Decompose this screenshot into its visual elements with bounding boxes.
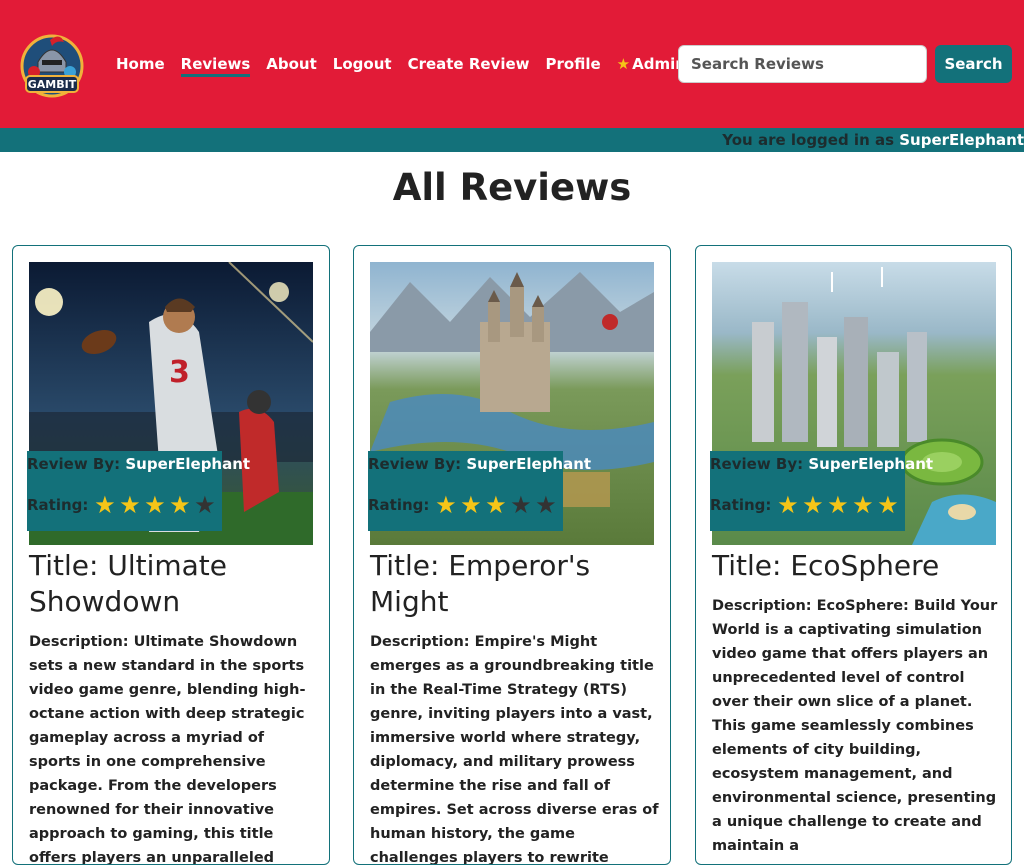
rating-label: Rating: [368,496,430,514]
nav-about-link[interactable]: About [266,54,317,77]
star-icon: ★ [460,491,482,519]
review-title[interactable]: Title: Emperor's Might [370,548,660,620]
top-navbar: GAMBIT Home Reviews About Logout Create … [0,0,1024,128]
rating-label: Rating: [710,496,772,514]
review-rating: Rating: ★ ★ ★ ★ ★ [710,493,900,517]
review-by: Review By: SuperElephant [368,455,591,473]
login-status-bar: You are logged in as SuperElephant [0,128,1024,152]
review-by-label: Review By: [710,455,804,473]
star-icon: ★ [827,491,849,519]
search-button[interactable]: Search [935,45,1012,83]
gamers-gambit-logo[interactable]: GAMBIT [20,32,84,104]
star-icon: ★ [94,491,116,519]
star-icon: ★ [119,491,141,519]
star-icon: ★ [802,491,824,519]
nav-profile-link[interactable]: Profile [546,54,601,77]
nav-admin-link[interactable]: ★ Admin [617,54,686,77]
star-icon: ★ [485,491,507,519]
review-by: Review By: SuperElephant [27,455,250,473]
logged-in-username: SuperElephant [899,131,1024,149]
star-icon: ★ [194,491,216,519]
review-meta-overlay: Review By: SuperElephant Rating: ★ ★ ★ ★ ★ [27,451,250,531]
star-icon: ★ [510,491,532,519]
star-icon: ★ [169,491,191,519]
review-card[interactable]: 3 Review By: SuperElephant Rating: ★ ★ ★ ★ ★… [12,245,330,865]
review-by-label: Review By: [368,455,462,473]
review-title[interactable]: Title: Ultimate Showdown [29,548,319,620]
review-meta-overlay: Review By: SuperElephant Rating: ★ ★ ★ ★ ★ [710,451,933,531]
login-status-prefix: You are logged in as [722,131,900,149]
star-icon: ★ [852,491,874,519]
rating-stars: ★ ★ ★ ★ ★ [433,493,558,517]
review-description: Description: EcoSphere: Build Your World… [712,598,998,854]
star-icon: ★ [777,491,799,519]
review-by: Review By: SuperElephant [710,455,933,473]
star-icon: ★ [616,55,631,73]
rating-stars: ★ ★ ★ ★ ★ [775,493,900,517]
review-description: Description: Empire's Might emerges as a… [370,634,659,865]
main-nav: Home Reviews About Logout Create Review … [116,54,702,77]
star-icon: ★ [435,491,457,519]
review-meta-overlay: Review By: SuperElephant Rating: ★ ★ ★ ★ ★ [368,451,591,531]
rating-stars: ★ ★ ★ ★ ★ [92,493,217,517]
review-rating: Rating: ★ ★ ★ ★ ★ [27,493,217,517]
rating-label: Rating: [27,496,89,514]
review-rating: Rating: ★ ★ ★ ★ ★ [368,493,558,517]
nav-home-link[interactable]: Home [116,54,165,77]
star-icon: ★ [144,491,166,519]
review-title[interactable]: Title: EcoSphere [712,548,1002,584]
logo-text: GAMBIT [28,78,77,91]
star-icon: ★ [877,491,899,519]
svg-text:3: 3 [169,355,190,390]
nav-reviews-link[interactable]: Reviews [180,54,251,77]
login-status-text: You are logged in as SuperElephant [722,131,1024,149]
review-author[interactable]: SuperElephant [808,455,933,473]
nav-logout-link[interactable]: Logout [333,54,392,77]
review-card[interactable]: Review By: SuperElephant Rating: ★ ★ ★ ★ ★ T… [695,245,1012,865]
review-author[interactable]: SuperElephant [125,455,250,473]
star-icon: ★ [535,491,557,519]
nav-create-review-link[interactable]: Create Review [408,54,530,77]
review-author[interactable]: SuperElephant [466,455,591,473]
review-card[interactable]: Review By: SuperElephant Rating: ★ ★ ★ ★ ★ T… [353,245,671,865]
search-input[interactable] [678,45,927,83]
page-title: All Reviews [392,166,632,209]
review-description: Description: Ultimate Showdown sets a ne… [29,634,306,865]
review-by-label: Review By: [27,455,121,473]
